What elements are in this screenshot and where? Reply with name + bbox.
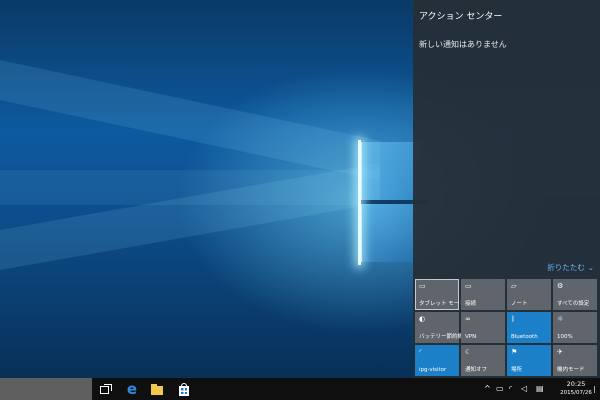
show-desktop-button[interactable] xyxy=(594,386,600,393)
clock-time: 20:25 xyxy=(566,380,586,388)
quick-action-label: Bluetooth xyxy=(511,333,538,340)
quick-action-label: ノート xyxy=(511,300,528,307)
connect-icon: ▭ xyxy=(465,282,472,290)
quick-action-label: 場所 xyxy=(511,366,523,373)
edge-browser-icon[interactable]: e xyxy=(124,381,140,397)
vpn-icon: ∞ xyxy=(465,315,471,323)
action-center-icon[interactable]: ▤ xyxy=(536,383,544,395)
taskbar: e ^ ▭ ◜ ◁ ▤ 20:25 2015/07/26 xyxy=(0,378,600,400)
windows-logo-edge xyxy=(358,140,361,265)
quick-action-label: すべての設定 xyxy=(557,300,590,307)
quick-action-tile[interactable]: ✈ 機内モード xyxy=(553,345,597,376)
quick-action-tile[interactable]: ☼ 100% xyxy=(553,312,597,343)
task-view-icon[interactable] xyxy=(97,381,113,397)
tablet-mode-icon: ▭ xyxy=(419,282,426,290)
tray-chevron-up-icon[interactable]: ^ xyxy=(484,383,491,395)
quick-action-tile[interactable]: ᛒ Bluetooth xyxy=(507,312,551,343)
note-icon: ▱ xyxy=(511,282,517,290)
quick-action-label: 接続 xyxy=(465,300,477,307)
volume-icon[interactable]: ◁ xyxy=(521,383,527,395)
quiet-hours-icon: ☾ xyxy=(465,348,472,356)
no-notifications-message: 新しい通知はありません xyxy=(419,40,507,49)
battery-icon[interactable]: ▭ xyxy=(496,383,504,395)
quick-action-label: VPN xyxy=(465,333,477,340)
quick-action-tile[interactable]: ⚑ 場所 xyxy=(507,345,551,376)
quick-action-tile[interactable]: ⚙ すべての設定 xyxy=(553,279,597,310)
battery-saver-icon: ◐ xyxy=(419,315,426,323)
action-center-title: アクション センター xyxy=(419,12,503,22)
light-beam xyxy=(0,60,380,181)
quick-action-label: ipg-visitor xyxy=(419,366,447,373)
action-center-panel: アクション センター 新しい通知はありません 折りたたむ ⌄ ▭ タブレット モード… xyxy=(413,0,600,378)
quick-action-label: 通知オフ xyxy=(465,366,488,373)
search-box-area[interactable] xyxy=(0,378,92,400)
location-icon: ⚑ xyxy=(511,348,518,356)
wifi-icon: ◜ xyxy=(419,348,422,356)
collapse-link[interactable]: 折りたたむ ⌄ xyxy=(547,262,594,273)
collapse-label: 折りたたむ xyxy=(547,263,585,272)
clock-date: 2015/07/26 xyxy=(560,390,592,396)
quick-action-tile[interactable]: ▭ 接続 xyxy=(461,279,505,310)
settings-icon: ⚙ xyxy=(557,282,564,290)
file-explorer-icon[interactable] xyxy=(149,381,165,397)
airplane-mode-icon: ✈ xyxy=(557,348,563,356)
clock[interactable]: 20:25 2015/07/26 xyxy=(559,380,593,397)
bluetooth-icon: ᛒ xyxy=(511,315,516,323)
store-icon[interactable] xyxy=(176,381,192,397)
quick-action-tile[interactable]: ◐ バッテリー節約機能 xyxy=(415,312,469,343)
quick-action-label: 機内モード xyxy=(557,366,585,373)
brightness-icon: ☼ xyxy=(557,315,564,323)
quick-action-label: 100% xyxy=(557,333,573,340)
quick-action-label: タブレット モード xyxy=(419,300,465,307)
network-icon[interactable]: ◜ xyxy=(509,383,512,395)
quick-action-tile[interactable]: ∞ VPN xyxy=(461,312,505,343)
quick-action-tile[interactable]: ◜ ipg-visitor xyxy=(415,345,459,376)
chevron-down-icon: ⌄ xyxy=(587,263,594,272)
quick-action-tile[interactable]: ▭ タブレット モード xyxy=(415,279,465,310)
quick-action-tile[interactable]: ☾ 通知オフ xyxy=(461,345,505,376)
quick-action-tile[interactable]: ▱ ノート xyxy=(507,279,551,310)
